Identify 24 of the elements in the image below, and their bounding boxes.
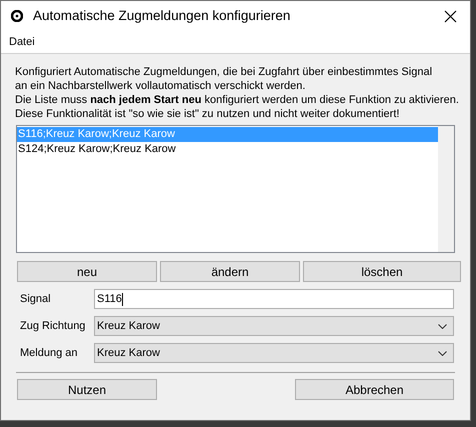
dialog-button[interactable]: Nutzen: [17, 379, 157, 400]
list-button[interactable]: neu: [17, 261, 157, 282]
field-label: Zug Richtung: [19, 318, 86, 334]
description-line: Die Liste muss nach jedem Start neu konfiguriert werden um diese Funktion zu aktivieren.: [15, 93, 459, 107]
input-value: S116: [97, 292, 122, 307]
list-item[interactable]: S124;Kreuz Karow;Kreuz Karow: [17, 142, 438, 157]
description-line: Konfiguriert Automatische Zugmeldungen, die bei Zugfahrt über einbestimmtes Signal: [15, 65, 432, 79]
menu-item[interactable]: Datei: [9, 34, 35, 50]
app-icon: [11, 10, 23, 22]
list-button[interactable]: ändern: [160, 261, 300, 282]
dropdown[interactable]: Kreuz Karow: [94, 316, 454, 336]
chevron-icon: [438, 324, 447, 328]
close-icon[interactable]: [444, 10, 457, 22]
field-label: Meldung an: [19, 346, 78, 361]
list-button[interactable]: löschen: [303, 261, 461, 282]
dialog-button[interactable]: Abbrechen: [295, 379, 454, 400]
scrollbar[interactable]: [438, 126, 454, 252]
window-title: Automatische Zugmeldungen konfigurieren: [33, 6, 292, 25]
field-label: Signal: [19, 292, 52, 307]
description-line: Diese Funktionalität ist "so wie sie ist" zu nutzen und nicht weiter dokumentiert!: [15, 107, 400, 121]
chevron-icon: [438, 350, 447, 356]
description-line: an ein Nachbarstellwerk vollautomatisch verschickt werden.: [15, 79, 306, 93]
signal-input[interactable]: S116: [94, 289, 454, 309]
dropdown[interactable]: Kreuz Karow: [94, 343, 454, 363]
